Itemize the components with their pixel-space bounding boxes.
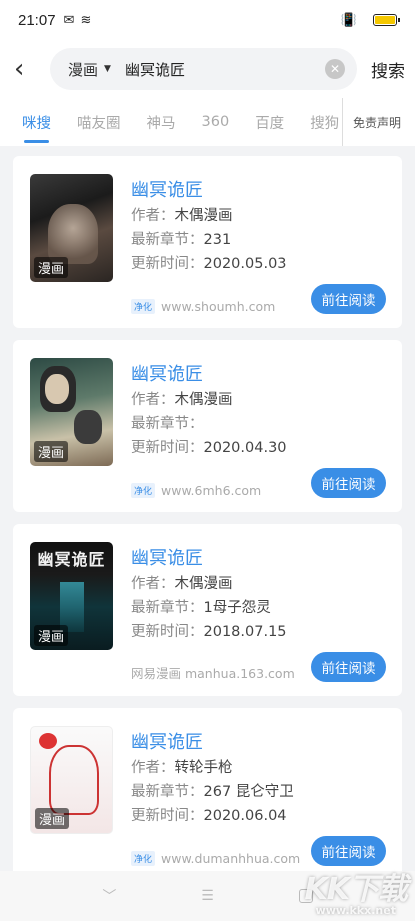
vibrate-icon: 📳 — [340, 12, 357, 28]
updated-label: 更新时间： — [131, 624, 204, 640]
status-time: 21:07 — [18, 11, 56, 29]
result-source: 净化 www.6mh6.com — [131, 483, 261, 498]
battery-icon — [373, 14, 400, 26]
chapter-value: 1母子怨灵 — [203, 600, 271, 616]
author-value: 转轮手枪 — [174, 760, 233, 776]
author-value: 木偶漫画 — [174, 576, 233, 592]
result-title[interactable]: 幽冥诡匠 — [131, 360, 386, 388]
updated-value: 2020.04.30 — [203, 440, 287, 456]
author-value: 木偶漫画 — [174, 208, 233, 224]
chapter-value: 231 — [203, 232, 232, 248]
read-button[interactable]: 前往阅读 — [311, 652, 386, 682]
message-icon: ✉ — [63, 12, 75, 28]
result-title[interactable]: 幽冥诡匠 — [131, 728, 386, 756]
author-label: 作者： — [131, 760, 175, 776]
tab-shenma[interactable]: 神马 — [147, 112, 176, 133]
clean-badge: 净化 — [131, 483, 156, 498]
watermark-logo: KK下载 — [304, 872, 408, 907]
updated-value: 2020.05.03 — [203, 256, 287, 272]
cover-tag: 漫画 — [34, 625, 69, 646]
watermark: KK下载 www.kkx.net — [305, 864, 408, 917]
result-card[interactable]: 漫画 幽冥诡匠 作者：木偶漫画 最新章节：231 更新时间：2020.05.03… — [13, 156, 402, 328]
result-list: 漫画 幽冥诡匠 作者：木偶漫画 最新章节：231 更新时间：2020.05.03… — [0, 146, 415, 880]
result-card[interactable]: 漫画 幽冥诡匠 作者：木偶漫画 最新章节： 更新时间：2020.04.30 净化… — [13, 340, 402, 512]
clean-badge: 净化 — [131, 299, 156, 314]
author-label: 作者： — [131, 208, 175, 224]
read-button[interactable]: 前往阅读 — [311, 836, 386, 866]
cover-image[interactable]: 幽冥诡匠 漫画 — [30, 542, 113, 650]
status-bar: 21:07 ✉ ≋ 📳 — [0, 0, 415, 40]
read-button[interactable]: 前往阅读 — [311, 468, 386, 498]
cover-image[interactable]: 漫画 — [30, 358, 113, 466]
result-title[interactable]: 幽冥诡匠 — [131, 176, 386, 204]
source-url: www.shoumh.com — [161, 299, 276, 314]
search-input[interactable]: 幽冥诡匠 — [125, 59, 325, 80]
back-icon[interactable]: ‹ — [14, 54, 42, 84]
cover-image[interactable]: 漫画 — [30, 174, 113, 282]
search-row: ‹ 漫画 ▼ 幽冥诡匠 ✕ 搜索 — [0, 40, 415, 98]
updated-label: 更新时间： — [131, 256, 204, 272]
tab-baidu[interactable]: 百度 — [255, 112, 284, 133]
cover-tag: 漫画 — [34, 441, 69, 462]
source-tabs: 咪搜 喵友圈 神马 360 百度 搜狗 免责声明 — [0, 98, 415, 146]
clean-badge: 净化 — [131, 851, 156, 866]
author-value: 木偶漫画 — [174, 392, 233, 408]
source-url: www.6mh6.com — [161, 483, 262, 498]
caret-down-icon[interactable]: ▼ — [104, 64, 111, 74]
cover-tag: 漫画 — [34, 257, 69, 278]
chapter-label: 最新章节： — [131, 784, 204, 800]
category-select[interactable]: 漫画 — [68, 59, 98, 80]
updated-label: 更新时间： — [131, 440, 204, 456]
author-label: 作者： — [131, 392, 175, 408]
nav-menu-icon[interactable]: ☰ — [201, 888, 214, 904]
source-url: www.dumanhhua.com — [161, 851, 301, 866]
cover-tag: 漫画 — [35, 808, 70, 829]
tab-360[interactable]: 360 — [202, 114, 230, 130]
updated-label: 更新时间： — [131, 808, 204, 824]
chapter-value: 267 昆仑守卫 — [203, 784, 294, 800]
updated-value: 2020.06.04 — [203, 808, 287, 824]
tab-miaoyouquan[interactable]: 喵友圈 — [77, 112, 121, 133]
wifi-icon: ≋ — [80, 12, 92, 28]
updated-value: 2018.07.15 — [203, 624, 287, 640]
result-source: 净化 www.shoumh.com — [131, 299, 275, 314]
cover-title: 幽冥诡匠 — [37, 550, 106, 569]
tab-misou[interactable]: 咪搜 — [22, 112, 51, 143]
disclaimer-link[interactable]: 免责声明 — [341, 98, 415, 146]
result-source: 净化 www.dumanhhua.com — [131, 851, 300, 866]
search-button[interactable]: 搜索 — [371, 57, 405, 82]
tab-sogou[interactable]: 搜狗 — [310, 112, 339, 133]
clear-icon[interactable]: ✕ — [325, 59, 345, 79]
chapter-label: 最新章节： — [131, 232, 204, 248]
top-area: 21:07 ✉ ≋ 📳 ‹ 漫画 ▼ 幽冥诡匠 ✕ 搜索 咪搜 喵友圈 神马 3… — [0, 0, 415, 146]
watermark-url: www.kkx.net — [315, 904, 396, 917]
nav-back-icon[interactable]: ﹀ — [102, 886, 116, 906]
result-card[interactable]: 幽冥诡匠 漫画 幽冥诡匠 作者：木偶漫画 最新章节：1母子怨灵 更新时间：201… — [13, 524, 402, 696]
result-card[interactable]: 漫画 幽冥诡匠 作者：转轮手枪 最新章节：267 昆仑守卫 更新时间：2020.… — [13, 708, 402, 880]
author-label: 作者： — [131, 576, 175, 592]
cover-image[interactable]: 漫画 — [30, 726, 113, 834]
read-button[interactable]: 前往阅读 — [311, 284, 386, 314]
result-source: 网易漫画 manhua.163.com — [131, 663, 295, 682]
result-title[interactable]: 幽冥诡匠 — [131, 544, 386, 572]
chapter-label: 最新章节： — [131, 600, 204, 616]
search-bar[interactable]: 漫画 ▼ 幽冥诡匠 ✕ — [50, 48, 357, 90]
chapter-label: 最新章节： — [131, 416, 204, 432]
source-url: 网易漫画 manhua.163.com — [131, 666, 295, 681]
